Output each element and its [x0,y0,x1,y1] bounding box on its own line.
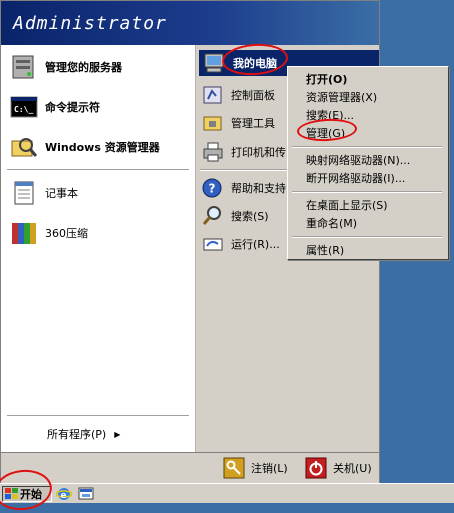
ctx-separator [292,146,442,148]
context-menu: 打开(O) 资源管理器(X) 搜索(E)... 管理(G) 映射网络驱动器(N)… [287,66,449,260]
command-prompt-icon: C:\_ [10,96,38,118]
archive-icon [12,223,36,244]
left-item-windows-explorer[interactable]: Windows 资源管理器 [9,133,160,161]
start-menu-bottom-bar: 注销(L) 关机(U) [1,452,379,483]
help-icon: ? [202,178,222,198]
ctx-item-show-on-desktop[interactable]: 在桌面上显示(S) [306,197,388,213]
right-item-control-panel[interactable]: 控制面板 [201,83,275,107]
left-item-label: 命令提示符 [45,101,100,114]
right-item-label: 打印机和传 [231,146,286,159]
arrow-right-icon: ▶ [114,429,121,439]
run-icon [203,238,223,251]
key-icon [223,457,245,479]
svg-text:C:\_: C:\_ [14,105,33,114]
right-item-label: 控制面板 [231,89,275,102]
printer-icon [203,142,223,162]
left-item-manage-server[interactable]: 管理您的服务器 [9,53,122,81]
ctx-item-map-drive[interactable]: 映射网络驱动器(N)... [306,152,410,168]
ctx-item-search[interactable]: 搜索(E)... [306,107,354,123]
svg-text:?: ? [209,182,216,196]
left-separator [7,415,189,417]
control-panel-icon [203,86,222,104]
ctx-item-properties[interactable]: 属性(R) [306,242,344,258]
start-label: 开始 [20,488,42,501]
shutdown-button[interactable]: 关机(U) [305,457,372,479]
start-menu-left-pane: 管理您的服务器 C:\_ 命令提示符 Windows 资源管理器 记事本 360… [1,45,195,452]
ctx-separator [292,236,442,238]
power-icon [305,457,327,479]
left-item-label: Windows 资源管理器 [45,141,160,154]
left-item-label: 管理您的服务器 [45,61,122,74]
right-item-run[interactable]: 运行(R)... [201,232,280,256]
logoff-label: 注销(L) [251,462,288,475]
my-computer-icon [204,53,224,73]
all-programs-button[interactable]: 所有程序(P) ▶ [47,425,120,443]
quicklaunch-ie[interactable]: e [55,486,73,502]
left-item-360zip[interactable]: 360压缩 [9,219,88,247]
right-item-printers[interactable]: 打印机和传 [201,140,286,164]
windows-logo-icon [5,488,18,499]
username: Administrator [13,13,167,34]
internet-explorer-icon: e [55,488,73,501]
search-icon [202,206,221,225]
ctx-item-open[interactable]: 打开(O) [306,71,347,87]
right-item-search[interactable]: 搜索(S) [201,204,269,228]
left-item-notepad[interactable]: 记事本 [9,179,78,207]
ctx-item-disconnect-drive[interactable]: 断开网络驱动器(I)... [306,170,405,186]
right-item-help[interactable]: ? 帮助和支持 [201,176,286,200]
server-icon [12,55,34,79]
left-item-command-prompt[interactable]: C:\_ 命令提示符 [9,93,100,121]
start-menu-header: Administrator [1,1,379,45]
show-desktop-icon [78,487,94,500]
svg-text:e: e [61,491,67,501]
ctx-item-rename[interactable]: 重命名(M) [306,215,357,231]
left-item-label: 记事本 [45,187,78,200]
left-item-label: 360压缩 [45,227,88,240]
ctx-separator [292,191,442,193]
right-item-label: 管理工具 [231,117,275,130]
taskbar: 开始 e [0,483,454,503]
right-item-admin-tools[interactable]: 管理工具 [201,111,275,135]
quicklaunch-desktop[interactable] [78,486,94,502]
all-programs-label: 所有程序(P) [47,428,107,441]
right-item-label: 搜索(S) [231,210,269,223]
left-separator [7,169,189,171]
right-item-label: 我的电脑 [233,57,277,70]
right-item-label: 帮助和支持 [231,182,286,195]
notepad-icon [14,181,34,205]
logoff-button[interactable]: 注销(L) [223,457,288,479]
right-item-label: 运行(R)... [231,238,280,251]
start-button[interactable]: 开始 [2,486,52,502]
explorer-icon [11,138,38,157]
ctx-item-explore[interactable]: 资源管理器(X) [306,89,377,105]
admin-tools-icon [203,116,222,131]
ctx-item-manage[interactable]: 管理(G) [306,125,345,141]
shutdown-label: 关机(U) [333,462,372,475]
